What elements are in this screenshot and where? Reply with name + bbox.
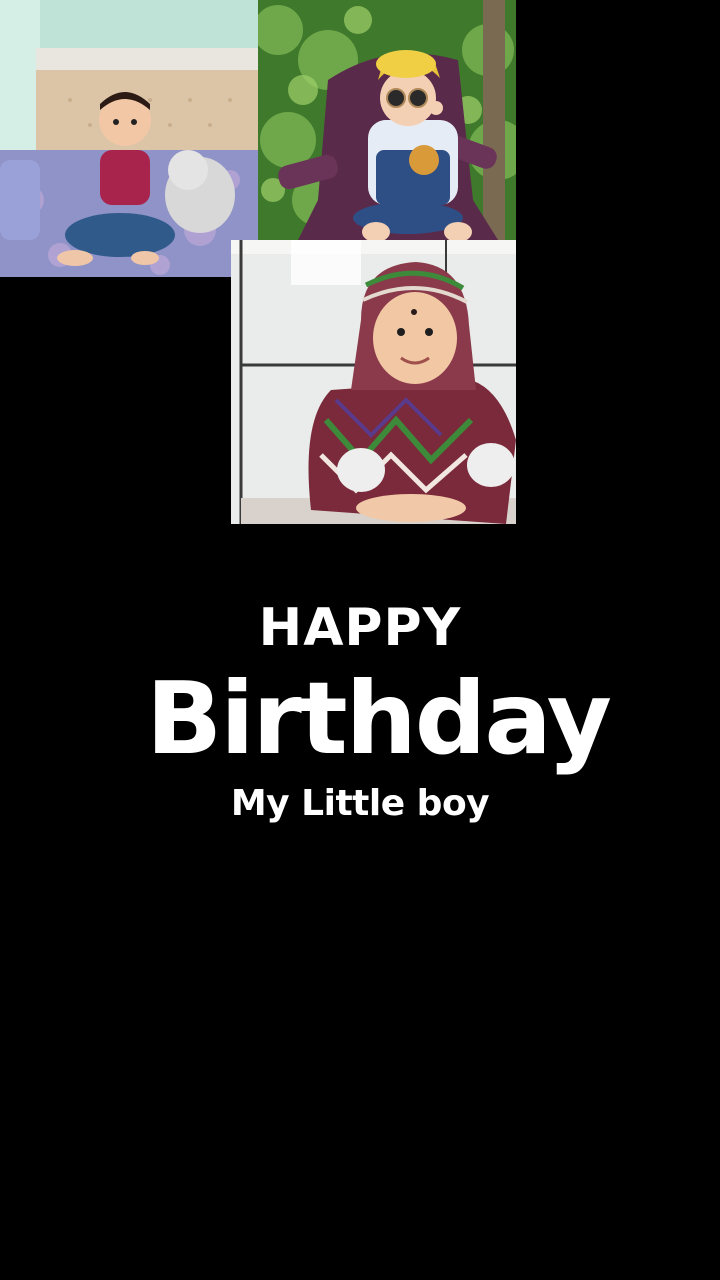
caption-birthday: Birthday	[146, 660, 612, 777]
photo-baby-on-bed	[0, 0, 258, 277]
caption-subtitle: My Little boy	[230, 783, 490, 824]
photo-baby-in-chair	[258, 0, 516, 240]
photo-baby-in-hood	[231, 240, 516, 524]
caption-happy: HAPPY	[258, 598, 462, 658]
